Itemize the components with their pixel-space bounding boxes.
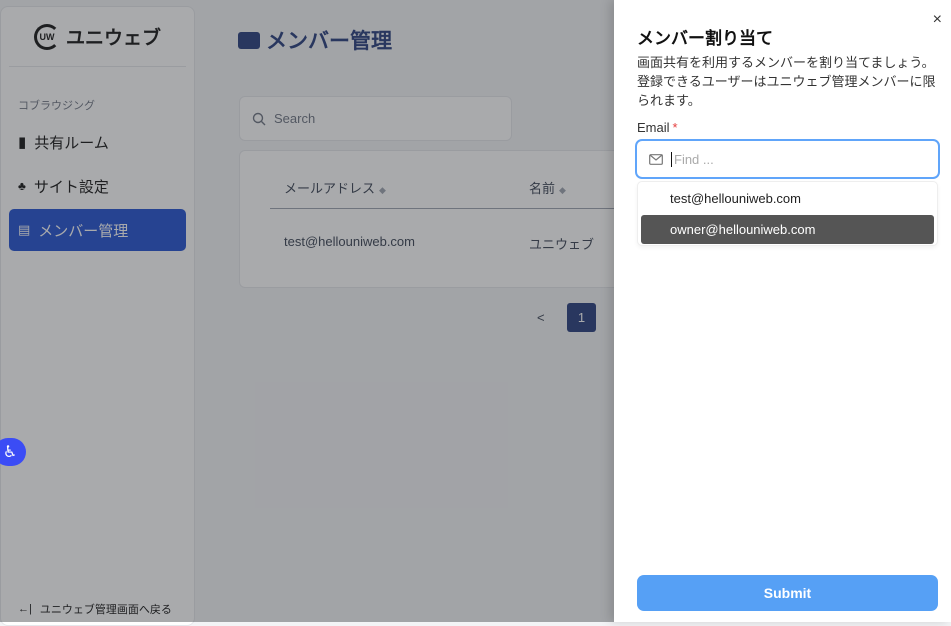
submit-button[interactable]: Submit [637, 575, 938, 611]
assign-member-drawer: × メンバー割り当て 画面共有を利用するメンバーを割り当てましょう。登録できるユ… [614, 0, 951, 622]
email-label-text: Email [637, 120, 670, 135]
email-label: Email * [637, 120, 678, 135]
email-field[interactable] [635, 139, 940, 179]
dropdown-option-highlighted[interactable]: owner@hellouniweb.com [641, 215, 934, 244]
mail-icon [649, 153, 663, 165]
modal-backdrop[interactable] [0, 0, 614, 622]
close-icon[interactable]: × [933, 11, 942, 29]
drawer-title: メンバー割り当て [637, 29, 773, 48]
dropdown-option[interactable]: test@hellouniweb.com [641, 184, 934, 213]
email-dropdown: test@hellouniweb.com owner@hellouniweb.c… [637, 181, 938, 246]
required-mark: * [672, 120, 678, 135]
drawer-description: 画面共有を利用するメンバーを割り当てましょう。登録できるユーザーはユニウェブ管理… [637, 55, 936, 108]
email-input[interactable] [671, 151, 911, 167]
